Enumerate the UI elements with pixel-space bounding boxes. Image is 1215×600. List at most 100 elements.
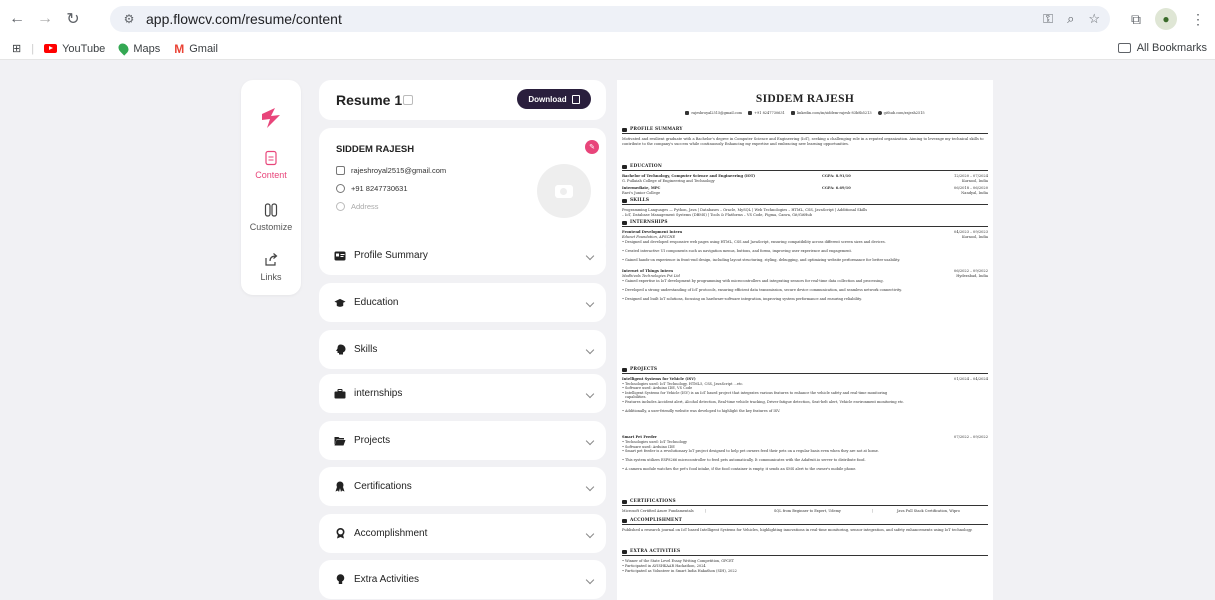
chevron-down-icon (585, 298, 595, 307)
resume-heading-skills: SKILLS (622, 198, 988, 205)
brain-icon (622, 198, 627, 203)
chevron-down-icon (585, 251, 595, 260)
edit-title-icon[interactable] (403, 95, 413, 105)
list-item: Gained expertise in IoT development by p… (622, 279, 905, 283)
reload-icon[interactable]: ↻ (62, 8, 84, 30)
mail-icon (685, 111, 690, 115)
site-settings-icon[interactable]: ⚙ (116, 6, 142, 32)
lightbulb-icon (622, 549, 627, 554)
customize-icon (264, 203, 278, 217)
education-entry-sub: Ravi's Junior College Nandyal, India (622, 191, 988, 195)
resume-heading-extra: EXTRA ACTIVITIES (622, 549, 988, 556)
award-icon (334, 528, 346, 539)
lightbulb-icon (334, 574, 346, 585)
bookmark-youtube[interactable]: YouTube (44, 43, 105, 55)
profile-avatar[interactable]: ● (1155, 8, 1177, 30)
url-text[interactable]: app.flowcv.com/resume/content (146, 11, 342, 27)
list-item: Intelligent Systems for Vehicle (ISV) is… (622, 391, 905, 399)
back-icon[interactable]: ← (6, 8, 28, 30)
bookmark-star-icon[interactable]: ☆ (1088, 11, 1100, 27)
section-certifications[interactable]: Certifications (319, 467, 606, 506)
menu-icon[interactable]: ⋮ (1191, 11, 1205, 28)
resume-contacts: rajeshroyal2515@gmail.com +91 8247730631… (617, 111, 993, 115)
section-projects[interactable]: Projects (319, 421, 606, 460)
all-bookmarks[interactable]: All Bookmarks (1117, 42, 1207, 54)
list-item: Smart pet feeder is a revolutionary IoT … (622, 449, 905, 453)
bookmarks-bar: ⊞ | YouTube Maps M Gmail All Bookmarks (0, 38, 1215, 60)
flowcv-logo-icon (262, 108, 280, 128)
graduation-cap-icon (334, 297, 346, 308)
education-entry-sub: G. Pullaiah College of Engineering and T… (622, 179, 988, 183)
share-icon (265, 253, 278, 266)
forward-icon[interactable]: → (34, 8, 56, 30)
list-item: This system utilizes ESP8266 microcontro… (622, 458, 905, 462)
section-profile-summary[interactable]: Profile Summary (319, 236, 606, 275)
graduation-cap-icon (622, 164, 627, 169)
accomplishment-text: Published a research journal on IoT base… (622, 528, 973, 532)
internship-entry: Frontend Development Intern 04/2023 – 09… (622, 230, 988, 234)
chevron-down-icon (585, 436, 595, 445)
bookmark-gmail[interactable]: M Gmail (174, 42, 218, 56)
list-item: Designed and built IoT solutions, focusi… (622, 297, 905, 301)
password-key-icon[interactable]: ⚿ (1043, 11, 1053, 27)
internship-entry-sub: Madhivals Technologies Pvt Ltd Hyderabad… (622, 274, 988, 278)
download-icon (571, 94, 580, 104)
briefcase-icon (622, 220, 627, 225)
list-item: Additionally, a user-friendly website wa… (622, 409, 905, 413)
profile-photo-upload[interactable] (537, 164, 591, 218)
chevron-down-icon (585, 575, 595, 584)
resume-title[interactable]: Resume 1 (336, 92, 402, 108)
list-item: Technologies used: IoT Technology (622, 440, 905, 444)
chevron-down-icon (585, 482, 595, 491)
section-internships[interactable]: internships (319, 374, 606, 413)
list-item: Participated as Volunteer in Smart India… (622, 569, 905, 573)
personal-email-row: rajeshroyal2515@gmail.com (336, 166, 446, 175)
apps-grid-icon[interactable]: ⊞ (12, 42, 21, 55)
section-skills[interactable]: Skills (319, 330, 606, 369)
address-bar[interactable]: ⚙ app.flowcv.com/resume/content ⚿ ⌕ ☆ (110, 6, 1110, 32)
list-item: Participated in AVISHKAAR Hackathon, 202… (622, 564, 905, 568)
certifications-row: Microsoft Certified Azure Fundamentals |… (622, 509, 960, 513)
editor-side-nav: Content Customize Links (241, 80, 301, 295)
extensions-icon[interactable]: ⧉ (1131, 11, 1141, 28)
edit-personal-icon[interactable]: ✎ (585, 140, 599, 154)
resume-heading-internships: INTERNSHIPS (622, 220, 988, 227)
project-entry: Smart Pet Feeder 07/2022 – 09/2022 (622, 435, 988, 439)
rail-item-links[interactable]: Links (241, 252, 301, 282)
folder-open-icon (334, 435, 346, 446)
education-entry: Bachelor of Technology, Computer Science… (622, 174, 988, 178)
camera-icon (555, 184, 573, 198)
resume-title-card: Resume 1 Download (319, 80, 606, 120)
list-item: Software used: Arduino IDE, VS Code (622, 386, 905, 390)
resume-preview: SIDDEM RAJESH rajeshroyal2515@gmail.com … (617, 80, 993, 600)
location-icon (336, 202, 345, 211)
bookmark-maps[interactable]: Maps (116, 41, 160, 56)
personal-phone-row: +91 8247730631 (336, 184, 408, 193)
education-entry: Intermediate, MPC CGPA: 6.69/10 06/2018 … (622, 186, 988, 190)
zoom-icon[interactable]: ⌕ (1067, 11, 1074, 27)
list-item: Gained hands-on experience in front-end … (622, 258, 905, 262)
rail-item-customize[interactable]: Customize (241, 202, 301, 232)
briefcase-icon (334, 388, 346, 399)
gmail-icon: M (174, 41, 185, 56)
chevron-down-icon (585, 529, 595, 538)
personal-address-row: Address (336, 202, 379, 211)
award-icon (622, 518, 627, 523)
section-extra-activities[interactable]: Extra Activities (319, 560, 606, 599)
resume-heading-education: EDUCATION (622, 164, 988, 171)
browser-toolbar: ← → ↻ ⚙ app.flowcv.com/resume/content ⚿ … (0, 0, 1215, 38)
github-icon (877, 111, 882, 115)
section-education[interactable]: Education (319, 283, 606, 322)
linkedin-icon (790, 111, 795, 115)
section-accomplishment[interactable]: Accomplishment (319, 514, 606, 553)
document-icon (265, 150, 277, 166)
list-item: Developed a strong understanding of IoT … (622, 288, 905, 292)
rail-item-content[interactable]: Content (241, 150, 301, 180)
internship-entry-sub: Edunet Foundation, APSCHE Kurnool, India (622, 235, 988, 239)
maps-icon (116, 41, 131, 56)
resume-profile-text: Motivated and resilient graduate with a … (622, 137, 984, 146)
list-item: Features includes Accident alert, Alcoho… (622, 400, 905, 404)
download-button[interactable]: Download (517, 89, 591, 109)
phone-icon (748, 111, 753, 115)
personal-name: SIDDEM RAJESH (336, 144, 415, 155)
